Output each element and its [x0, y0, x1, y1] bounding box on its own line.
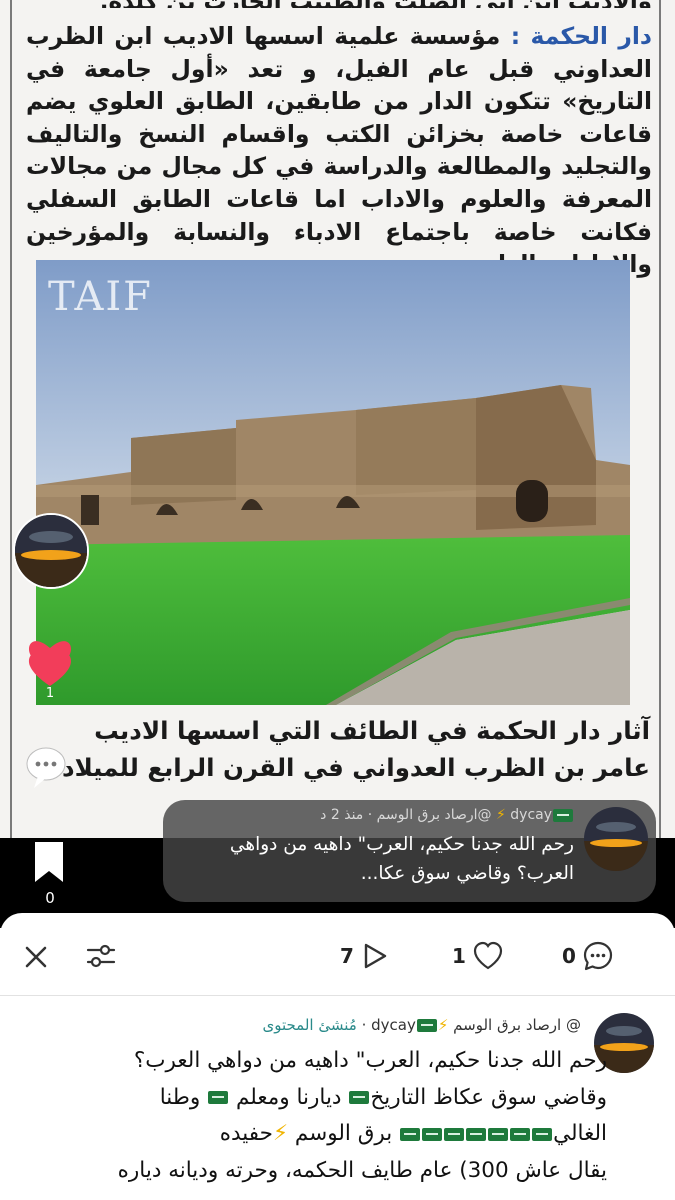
like-count: 1 — [45, 686, 55, 701]
flag-icon — [400, 1127, 421, 1141]
share-count: 7 — [340, 944, 354, 968]
comment-line: رحم الله جدنا حكيم، العرب" داهيه من دواه… — [133, 1048, 607, 1073]
flag-icon — [349, 1091, 370, 1104]
article-body: مؤسسة علمية اسسها الاديب ابن الظرب العدا… — [26, 22, 652, 278]
ruins-photo: TAIF — [36, 260, 630, 705]
comment-text: رحم الله جدنا حكيم، العرب" داهيه من دواه… — [19, 1043, 607, 1189]
comment-bubble-icon[interactable] — [24, 742, 68, 792]
flag-icon — [422, 1127, 443, 1141]
filter-icon[interactable] — [84, 939, 118, 973]
sheet-toolbar: 7 1 0 — [0, 913, 675, 997]
toast-handle: @ارصاد برق الوسم — [376, 807, 492, 823]
share-arrow-icon — [364, 943, 387, 969]
close-icon[interactable] — [22, 943, 50, 971]
flag-icon — [510, 1127, 531, 1141]
lightning-icon: ⚡ — [272, 1121, 289, 1146]
toast-username: dycay — [510, 807, 552, 823]
photo-caption: آثار دار الحكمة في الطائف التي اسسها الا… — [30, 712, 650, 786]
lightning-icon: ⚡ — [437, 1016, 449, 1034]
like-count-toolbar: 1 — [452, 944, 466, 968]
comment-handle[interactable]: @ ارصاد برق الوسم — [453, 1016, 581, 1034]
comment-fragment: حفيده — [219, 1121, 273, 1146]
divider — [0, 995, 675, 996]
creator-avatar-button[interactable] — [13, 513, 89, 605]
comment-username[interactable]: dycay — [371, 1016, 416, 1034]
creator-badge: مُنشئ المحتوى — [262, 1016, 357, 1034]
article-keyword: دار الحكمة : — [510, 22, 652, 50]
comment-line: الغالي برق الوسم ⚡حفيده — [19, 1116, 607, 1153]
comment-count: 0 — [562, 944, 576, 968]
avatar — [13, 513, 89, 589]
flag-icon — [208, 1091, 229, 1104]
comment-fragment: وطنا — [159, 1084, 201, 1110]
flag-icon — [416, 1019, 437, 1032]
share-button[interactable]: 7 — [340, 939, 390, 973]
comment-icon — [583, 941, 613, 971]
flag-icon — [466, 1127, 487, 1141]
bookmark-count: 0 — [45, 889, 55, 907]
flag-icon — [532, 1127, 553, 1141]
like-button[interactable]: 1 — [452, 939, 504, 973]
heart-icon[interactable] — [24, 632, 76, 692]
bookmark-icon[interactable] — [32, 840, 66, 884]
flag-icon — [488, 1127, 509, 1141]
comment-fragment: وقاضي سوق عكاظ التاريخ — [370, 1084, 607, 1110]
comment-fragment: ديارنا ومعلم — [235, 1084, 342, 1110]
toast-time: منذ 2 د — [320, 807, 364, 823]
toast-comment-text: رحم الله جدنا حكيم، العرب" داهيه من دواه… — [229, 834, 574, 884]
article-paragraph: دار الحكمة : مؤسسة علمية اسسها الاديب اب… — [26, 20, 652, 281]
comment-line: وقاضي سوق عكاظ التاريخ ديارنا ومعلم وطنا — [19, 1080, 607, 1117]
column-rule — [10, 0, 12, 838]
comment-author: @ ارصاد برق الوسم ⚡dycay · مُنشئ المحتوى — [262, 1016, 581, 1034]
comment-toast[interactable]: dycay ⚡ @ارصاد برق الوسم · منذ 2 د رحم ا… — [163, 800, 656, 902]
flag-icon — [553, 808, 573, 822]
comment-line: يقال عاش 300) عام طايف الحكمه، وحرته ودي… — [117, 1157, 607, 1183]
flag-icon — [444, 1127, 465, 1141]
like-heart-icon — [473, 941, 503, 970]
article-top-line: والاديب ابن ابي الصلت والطبيب الحارث بن … — [26, 0, 652, 8]
news-clipping: والاديب ابن ابي الصلت والطبيب الحارث بن … — [0, 0, 675, 838]
column-rule — [659, 0, 661, 838]
photo-watermark: TAIF — [48, 274, 153, 320]
toast-author: dycay ⚡ @ارصاد برق الوسم · منذ 2 د — [320, 807, 574, 823]
comment-button[interactable]: 0 — [562, 939, 614, 973]
avatar — [584, 807, 648, 871]
comment-fragment: برق الوسم — [294, 1121, 393, 1146]
article: والاديب ابن ابي الصلت والطبيب الحارث بن … — [26, 0, 652, 281]
comment-fragment: الغالي — [553, 1121, 607, 1146]
lightning-icon: ⚡ — [495, 807, 506, 823]
